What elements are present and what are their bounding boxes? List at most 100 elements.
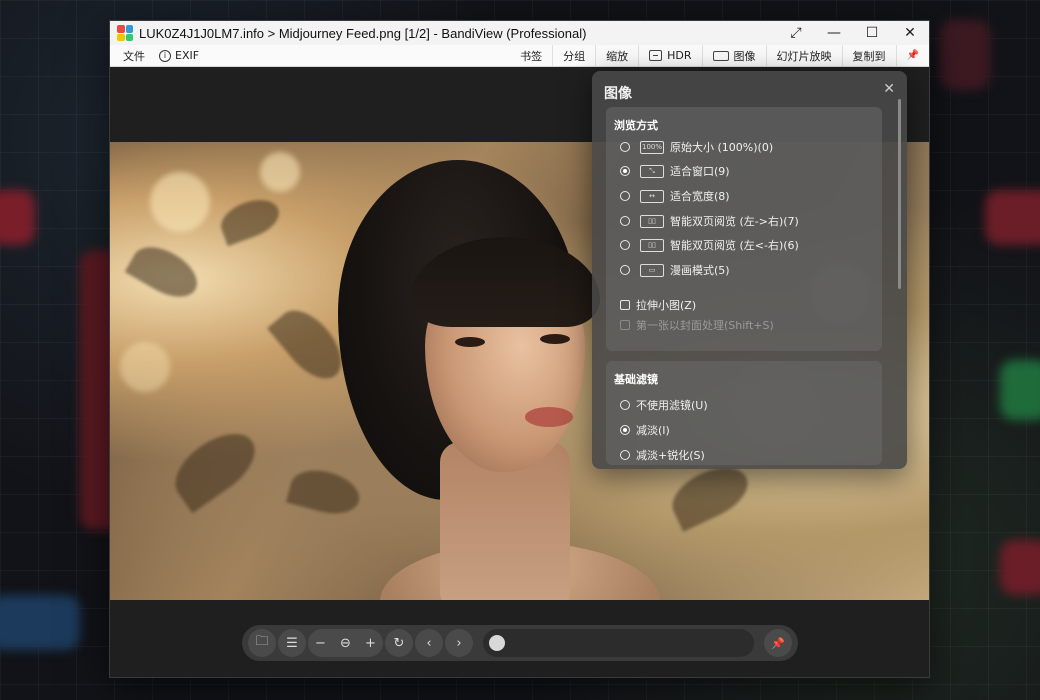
zoom-reset-icon[interactable]: ⊖ [333, 629, 358, 657]
option-label: 适合宽度(8) [670, 190, 730, 203]
option-first-as-cover: 第一张以封面处理(Shift+S) [620, 317, 774, 333]
option-label: 漫画模式(5) [670, 264, 730, 277]
leaf [124, 237, 206, 307]
view-mode-group: 浏览方式 100% 原始大小 (100%)(0) ⤡ 适合窗口(9) ↔ 适合宽… [606, 107, 882, 351]
zoom-out-icon[interactable]: − [308, 629, 333, 657]
seek-knob[interactable] [489, 635, 505, 651]
menu-hdr[interactable]: HDR [639, 45, 703, 66]
menu-exif[interactable]: i EXIF [159, 49, 199, 62]
bokeh-light [150, 172, 210, 232]
radio-button[interactable] [620, 265, 630, 275]
image-icon [712, 50, 729, 61]
backdrop-blob-red [985, 190, 1040, 245]
option-label: 适合窗口(9) [670, 165, 730, 178]
pin-icon[interactable]: 📌 [897, 45, 929, 66]
option-two-page-ltr[interactable]: ▯▯ 智能双页阅览 (左->右)(7) [620, 213, 799, 229]
menu-exif-label: EXIF [175, 49, 200, 62]
window-title: LUK0Z4J1J0LM7.info > Midjourney Feed.png… [139, 25, 587, 41]
two-page-ltr-icon: ▯▯ [640, 214, 664, 228]
checkbox-disabled [620, 320, 630, 330]
option-two-page-rtl[interactable]: ▯▯ 智能双页阅览 (左<-右)(6) [620, 237, 799, 253]
option-original-size[interactable]: 100% 原始大小 (100%)(0) [620, 139, 773, 155]
option-label: 智能双页阅览 (左->右)(7) [670, 215, 799, 228]
option-dodge[interactable]: 减淡(I) [620, 422, 670, 438]
backdrop-blob-red [940, 20, 990, 90]
radio-button[interactable] [620, 216, 630, 226]
option-no-filter[interactable]: 不使用滤镜(U) [620, 397, 708, 413]
rotate-icon[interactable]: ↻ [385, 629, 413, 657]
option-label: 拉伸小图(Z) [636, 299, 697, 312]
close-icon[interactable]: ✕ [883, 81, 895, 97]
menu-bookmark[interactable]: 书签 [510, 45, 554, 66]
menu-copy-to[interactable]: 复制到 [843, 45, 897, 66]
option-stretch-small[interactable]: 拉伸小图(Z) [620, 297, 696, 313]
backdrop-blob-red [0, 190, 35, 245]
checkbox[interactable] [620, 300, 630, 310]
close-button[interactable]: ✕ [891, 21, 929, 45]
comic-mode-icon: ▭ [640, 263, 664, 277]
option-fit-window[interactable]: ⤡ 适合窗口(9) [620, 163, 730, 179]
menu-group[interactable]: 分组 [553, 45, 597, 66]
basic-filter-title: 基础滤镜 [614, 373, 658, 386]
fit-width-icon: ↔ [640, 189, 664, 203]
view-mode-title: 浏览方式 [614, 119, 658, 132]
menu-zoom[interactable]: 缩放 [596, 45, 640, 66]
bokeh-light [260, 152, 300, 192]
left-eye [455, 337, 485, 347]
menu-hdr-label: HDR [667, 49, 692, 62]
fullscreen-icon[interactable]: ⤢ [777, 21, 815, 45]
option-label: 减淡+锐化(S) [636, 449, 705, 462]
fit-window-icon: ⤡ [640, 164, 664, 178]
radio-button[interactable] [620, 191, 630, 201]
option-comic-mode[interactable]: ▭ 漫画模式(5) [620, 262, 730, 278]
zoom-group: − ⊖ + [308, 629, 383, 657]
title-bar[interactable]: LUK0Z4J1J0LM7.info > Midjourney Feed.png… [110, 21, 929, 45]
panel-scrollbar[interactable] [898, 99, 901, 289]
seek-bar[interactable] [483, 629, 754, 657]
menu-image-label: 图像 [733, 49, 756, 63]
option-fit-width[interactable]: ↔ 适合宽度(8) [620, 188, 730, 204]
option-label: 不使用滤镜(U) [636, 399, 708, 412]
bandiview-window: LUK0Z4J1J0LM7.info > Midjourney Feed.png… [110, 21, 929, 677]
zoom-in-icon[interactable]: + [358, 629, 383, 657]
option-label: 原始大小 (100%)(0) [670, 141, 774, 154]
option-label: 第一张以封面处理(Shift+S) [636, 319, 774, 332]
minimize-button[interactable]: — [815, 21, 853, 45]
panel-title: 图像 [604, 86, 632, 102]
right-eye [540, 334, 570, 344]
maximize-button[interactable]: ☐ [853, 21, 891, 45]
option-dodge-sharpen[interactable]: 减淡+锐化(S) [620, 447, 705, 463]
list-icon[interactable]: ☰ [278, 629, 306, 657]
radio-button[interactable] [620, 142, 630, 152]
radio-button[interactable] [620, 400, 630, 410]
menu-image[interactable]: 图像 [703, 45, 767, 66]
leaf [286, 463, 364, 521]
option-label: 智能双页阅览 (左<-右)(6) [670, 239, 799, 252]
bokeh-light [120, 342, 170, 392]
info-icon: i [159, 49, 171, 62]
two-page-rtl-icon: ▯▯ [640, 238, 664, 252]
basic-filter-group: 基础滤镜 不使用滤镜(U) 减淡(I) 减淡+锐化(S) [606, 361, 882, 465]
menu-bar: 文件 i EXIF 书签 分组 缩放 HDR 图像 幻灯片放映 复制到 📌 [110, 45, 929, 67]
original-size-icon: 100% [640, 140, 664, 154]
leaf [215, 192, 285, 247]
pin-icon[interactable]: 📌 [764, 629, 792, 657]
next-icon[interactable]: › [445, 629, 473, 657]
option-label: 减淡(I) [636, 424, 670, 437]
backdrop-blob-green [1000, 360, 1040, 420]
menu-file[interactable]: 文件 [123, 48, 145, 64]
prev-icon[interactable]: ‹ [415, 629, 443, 657]
folder-icon[interactable]: 🗀 [248, 629, 276, 657]
radio-button[interactable] [620, 450, 630, 460]
backdrop-blob-red [1000, 540, 1040, 595]
hdr-icon [649, 50, 663, 61]
bottom-toolbar: 🗀 ☰ − ⊖ + ↻ ‹ › 📌 [242, 625, 798, 661]
radio-button[interactable] [620, 240, 630, 250]
image-settings-panel: 图像 ✕ 浏览方式 100% 原始大小 (100%)(0) ⤡ 适合窗口(9) … [592, 71, 907, 469]
menu-slideshow[interactable]: 幻灯片放映 [767, 45, 843, 66]
radio-button-selected[interactable] [620, 425, 630, 435]
radio-button-selected[interactable] [620, 166, 630, 176]
leaf [163, 420, 267, 514]
backdrop-blob-blue [0, 595, 80, 650]
lips [525, 407, 573, 427]
